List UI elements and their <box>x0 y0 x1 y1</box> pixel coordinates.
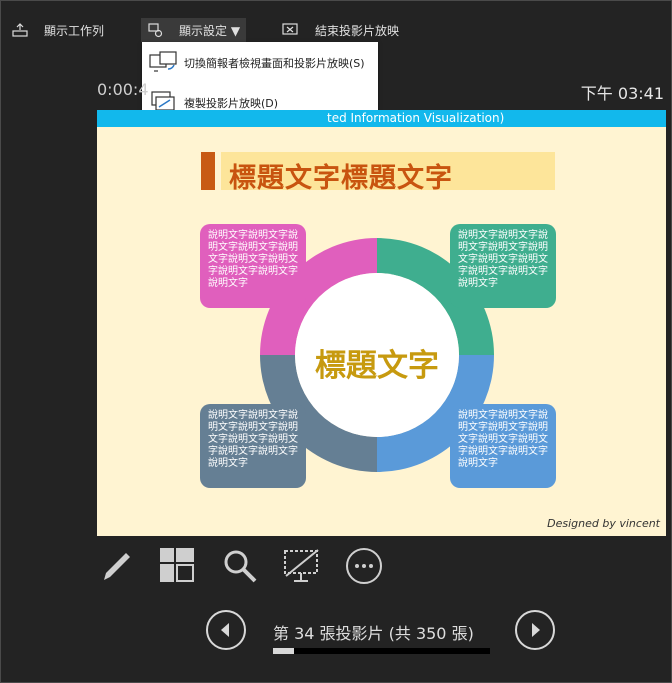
previous-slide-button[interactable] <box>206 610 246 650</box>
display-settings-label: 顯示設定 ▼ <box>179 23 241 38</box>
slide-header-text: ted Information Visualization) <box>327 111 505 125</box>
display-settings-icon <box>148 23 163 38</box>
desc-box-bottom-left: 說明文字說明文字說明文字說明文字說明文字說明文字說明文字說明文字說明文字說明文字 <box>200 404 306 488</box>
desc-box-top-left: 說明文字說明文字說明文字說明文字說明文字說明文字說明文字說明文字說明文字說明文字 <box>200 224 306 308</box>
desc-box-bottom-right: 說明文字說明文字說明文字說明文字說明文字說明文字說明文字說明文字說明文字說明文字 <box>450 404 556 488</box>
title-accent-bar <box>201 152 215 190</box>
slide-counter: 第 34 張投影片 (共 350 張) <box>273 624 474 643</box>
end-show-icon <box>282 23 298 35</box>
menu-item-swap-label: 切換簡報者檢視畫面和投影片放映(S) <box>184 57 365 70</box>
more-options-icon[interactable] <box>344 546 384 586</box>
chevron-right-icon <box>532 623 540 637</box>
show-taskbar-button[interactable]: 顯示工作列 <box>12 18 104 42</box>
slide-title: 標題文字標題文字 <box>229 163 453 194</box>
black-screen-icon[interactable] <box>282 546 322 586</box>
desc-text-top-right: 說明文字說明文字說明文字說明文字說明文字說明文字說明文字說明文字說明文字說明文字 <box>458 230 548 289</box>
desc-text-bottom-left: 說明文字說明文字說明文字說明文字說明文字說明文字說明文字說明文字說明文字說明文字 <box>208 410 298 469</box>
elapsed-timer[interactable]: 0:00:4 <box>97 80 149 99</box>
all-slides-icon[interactable] <box>158 546 198 586</box>
signature: Designed by vincent <box>547 517 660 530</box>
display-settings-button[interactable]: 顯示設定 ▼ <box>141 18 247 42</box>
clock: 下午 03:41 <box>580 84 664 103</box>
menu-item-duplicate-label: 複製投影片放映(D) <box>184 97 279 110</box>
end-slideshow-label: 結束投影片放映 <box>315 23 400 38</box>
desc-text-bottom-right: 說明文字說明文字說明文字說明文字說明文字說明文字說明文字說明文字說明文字說明文字 <box>458 410 548 469</box>
zoom-icon[interactable] <box>220 546 260 586</box>
slide-progress-bar <box>273 648 490 654</box>
desc-box-top-right: 說明文字說明文字說明文字說明文字說明文字說明文字說明文字說明文字說明文字說明文字 <box>450 224 556 308</box>
end-slideshow-button[interactable]: 結束投影片放映 <box>282 18 399 42</box>
next-slide-button[interactable] <box>515 610 555 650</box>
desc-text-top-left: 說明文字說明文字說明文字說明文字說明文字說明文字說明文字說明文字說明文字說明文字 <box>208 230 298 289</box>
current-slide[interactable]: ted Information Visualization) 標題文字標題文字 … <box>97 110 666 536</box>
slide-progress-fill <box>273 648 295 654</box>
menu-item-swap-presenter-view[interactable]: 切換簡報者檢視畫面和投影片放映(S) <box>142 44 378 82</box>
swap-view-icon <box>149 51 177 72</box>
show-taskbar-label: 顯示工作列 <box>44 23 105 38</box>
chevron-left-icon <box>221 623 229 637</box>
taskbar-icon <box>12 23 28 37</box>
center-title: 標題文字 <box>315 348 439 384</box>
pen-icon[interactable] <box>96 546 136 586</box>
